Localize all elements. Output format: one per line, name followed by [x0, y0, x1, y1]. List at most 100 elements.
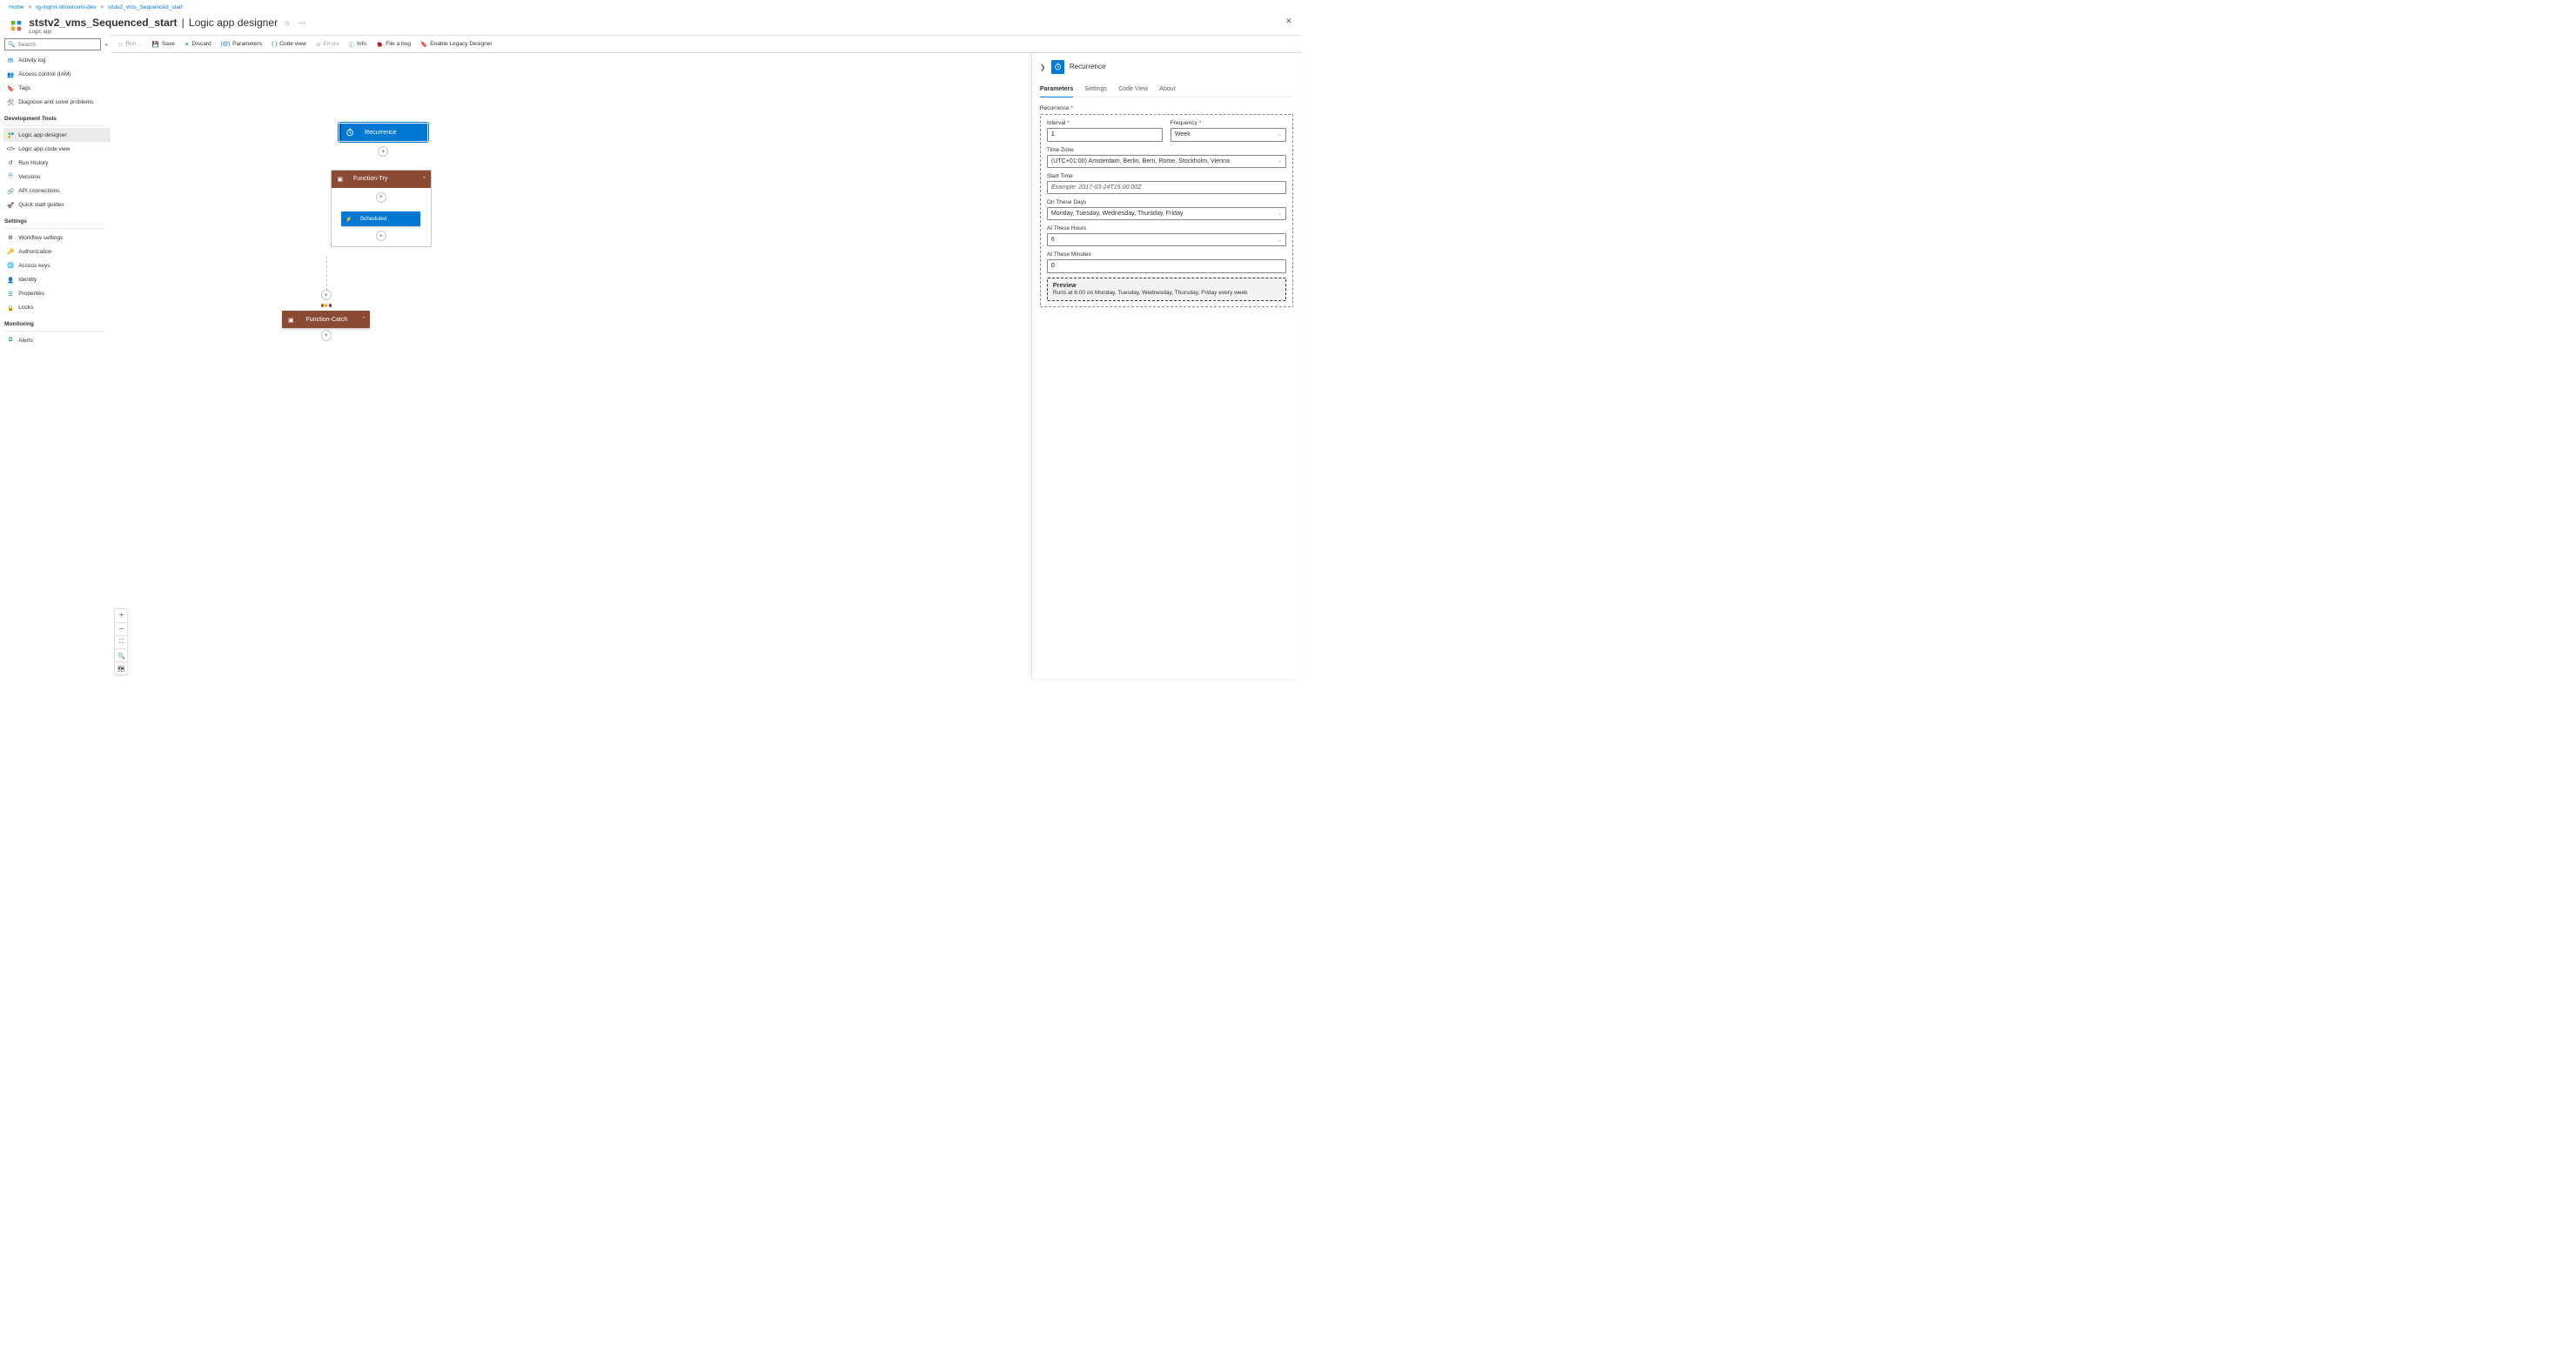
tab-parameters[interactable]: Parameters	[1040, 84, 1073, 97]
sidebar-item-designer[interactable]: Logic app designer	[3, 128, 111, 142]
sidebar-item-versions[interactable]: 🗎 Versions	[3, 171, 111, 184]
add-step-button[interactable]: +	[376, 192, 386, 203]
error-icon: ⊘	[316, 41, 321, 48]
sidebar-item-diagnose[interactable]: 🛠 Diagnose and solve problems	[3, 96, 111, 110]
properties-icon: ☰	[7, 291, 14, 298]
node-scheduled[interactable]: ⚡ Scheduled	[341, 211, 420, 226]
add-step-button[interactable]: +	[378, 146, 388, 157]
add-step-button[interactable]: +	[321, 290, 332, 300]
action-panel: ❯ Recurrence Parameters Settings Code Vi…	[1031, 53, 1301, 679]
sidebar-item-label: Run History	[18, 160, 48, 166]
zoom-in-button[interactable]: ＋	[115, 609, 127, 622]
sidebar-item-code-view[interactable]: </> Logic app code view	[3, 142, 111, 156]
sidebar-item-label: Properties	[18, 291, 44, 297]
node-function-catch[interactable]: ▣ Function-Catch ⌃	[282, 311, 370, 328]
breadcrumb-home[interactable]: Home	[9, 4, 23, 10]
preview-title: Preview	[1053, 283, 1280, 289]
chevron-up-icon[interactable]: ⌃	[422, 177, 431, 182]
minimap-button[interactable]: 🗺	[115, 661, 127, 674]
add-step-button[interactable]: +	[321, 330, 332, 340]
minutes-input-wrapper[interactable]	[1047, 259, 1286, 272]
sidebar-item-alerts[interactable]: ⧉ Alerts	[3, 333, 111, 347]
toolbar-label: File a bug	[386, 41, 411, 47]
breadcrumb-resource[interactable]: ststv2_vms_Sequenced_start	[108, 4, 183, 10]
toolbar-info-button[interactable]: ⓘ Info	[348, 40, 366, 49]
sidebar-item-tags[interactable]: 🔖 Tags	[3, 82, 111, 96]
hours-select[interactable]: 6 ⌄	[1047, 233, 1286, 246]
clock-icon	[341, 124, 359, 141]
tab-settings[interactable]: Settings	[1084, 84, 1107, 97]
activity-log-icon: ▤	[7, 57, 14, 64]
tab-about[interactable]: About	[1159, 84, 1175, 97]
designer-icon	[7, 132, 14, 138]
toolbar-errors-button[interactable]: ⊘ Errors	[316, 41, 339, 48]
frequency-select[interactable]: Week ⌄	[1171, 128, 1286, 141]
panel-title: Recurrence	[1070, 63, 1106, 70]
starttime-input[interactable]	[1051, 184, 1282, 191]
sidebar-item-quickstart[interactable]: 🚀 Quick start guides	[3, 198, 111, 212]
sidebar-item-run-history[interactable]: ↺ Run History	[3, 156, 111, 170]
pin-button[interactable]: ☆	[282, 17, 292, 29]
node-label: Recurrence	[359, 130, 427, 136]
close-blade-button[interactable]: ✕	[1285, 17, 1292, 26]
sidebar-item-workflow-settings[interactable]: ⚙ Workflow settings	[3, 231, 111, 245]
more-button[interactable]: ⋯	[297, 17, 307, 29]
fit-screen-button[interactable]: ⛶	[115, 635, 127, 648]
sidebar-item-locks[interactable]: 🔒 Locks	[3, 301, 111, 315]
days-select[interactable]: Monday, Tuesday, Wednesday, Thursday, Fr…	[1047, 207, 1286, 220]
sidebar-item-access-keys[interactable]: 🌐 Access keys	[3, 258, 111, 272]
panel-collapse-button[interactable]: ❯	[1040, 63, 1046, 71]
sidebar-item-properties[interactable]: ☰ Properties	[3, 287, 111, 301]
node-label: Function-Catch	[299, 317, 361, 323]
sidebar-item-authorization[interactable]: 🔑 Authorization	[3, 245, 111, 258]
timezone-select[interactable]: (UTC+01:00) Amsterdam, Berlin, Bern, Rom…	[1047, 155, 1286, 168]
sidebar-item-api-connections[interactable]: 🔗 API connections	[3, 184, 111, 198]
chevron-up-icon[interactable]: ⌃	[361, 317, 370, 322]
sidebar-collapse-button[interactable]: «	[104, 42, 111, 48]
chevron-down-icon: ⌄	[1278, 132, 1281, 137]
toolbar-discard-button[interactable]: ✕ Discard	[184, 41, 211, 48]
code-icon: </>	[7, 146, 14, 152]
search-canvas-button[interactable]: 🔍	[115, 648, 127, 661]
starttime-input-wrapper[interactable]	[1047, 181, 1286, 194]
page-title-separator: |	[182, 17, 184, 29]
breadcrumb-rg[interactable]: rg-mgmt-showroom-dev	[36, 4, 96, 10]
sidebar-item-label: Quick start guides	[18, 202, 64, 208]
minutes-input[interactable]	[1051, 263, 1282, 269]
toolbar-label: Discard	[192, 41, 211, 47]
sidebar-search-input[interactable]	[17, 42, 97, 48]
interval-input-wrapper[interactable]	[1047, 128, 1163, 141]
sidebar-item-iam[interactable]: 👥 Access control (IAM)	[3, 67, 111, 81]
node-recurrence[interactable]: Recurrence	[339, 124, 427, 141]
toolbar-label: Parameters	[232, 41, 262, 47]
breadcrumb: Home > rg-mgmt-showroom-dev > ststv2_vms…	[0, 0, 1301, 15]
toolbar-codeview-button[interactable]: { } Code view	[272, 41, 306, 47]
toolbar-legacy-button[interactable]: 🔖 Enable Legacy Designer	[420, 41, 493, 48]
history-icon: ↺	[7, 159, 14, 166]
scope-icon: ▣	[282, 311, 299, 328]
field-label-hours: At These Hours	[1047, 225, 1286, 231]
scope-function-try[interactable]: ▣ Function-Try ⌃ + ⚡ Scheduled +	[331, 170, 432, 248]
form-group-title: Recurrence *	[1040, 105, 1293, 111]
sidebar-item-activity-log[interactable]: ▤ Activity log	[3, 53, 111, 67]
toolbar: ▷ Run ⌄ 💾 Save ✕ Discard [@] Parameters …	[111, 36, 1301, 53]
toolbar-run-button[interactable]: ▷ Run ⌄	[118, 41, 142, 48]
braces-icon: { }	[272, 41, 277, 47]
toolbar-save-button[interactable]: 💾 Save	[152, 41, 175, 48]
link-icon: 🔗	[7, 188, 14, 195]
sidebar-item-identity[interactable]: 👤 Identity	[3, 273, 111, 287]
toolbar-parameters-button[interactable]: [@] Parameters	[221, 41, 262, 47]
sidebar-search[interactable]: 🔍	[4, 38, 101, 50]
sidebar-section-settings: Settings	[3, 212, 111, 227]
wrench-icon: 🛠	[7, 99, 14, 106]
select-value: (UTC+01:00) Amsterdam, Berlin, Bern, Rom…	[1051, 158, 1230, 164]
interval-input[interactable]	[1051, 131, 1158, 137]
sidebar-item-label: Authorization	[18, 249, 51, 255]
page-title-section: Logic app designer	[189, 17, 278, 29]
tab-codeview[interactable]: Code View	[1118, 84, 1148, 97]
connector	[326, 256, 327, 291]
add-step-button[interactable]: +	[376, 231, 386, 241]
designer-canvas[interactable]: Recurrence + ▣ Function-Try ⌃ + ⚡ Schedu…	[111, 53, 1301, 679]
zoom-out-button[interactable]: －	[115, 622, 127, 635]
toolbar-bug-button[interactable]: 🐞 File a bug	[376, 41, 411, 48]
